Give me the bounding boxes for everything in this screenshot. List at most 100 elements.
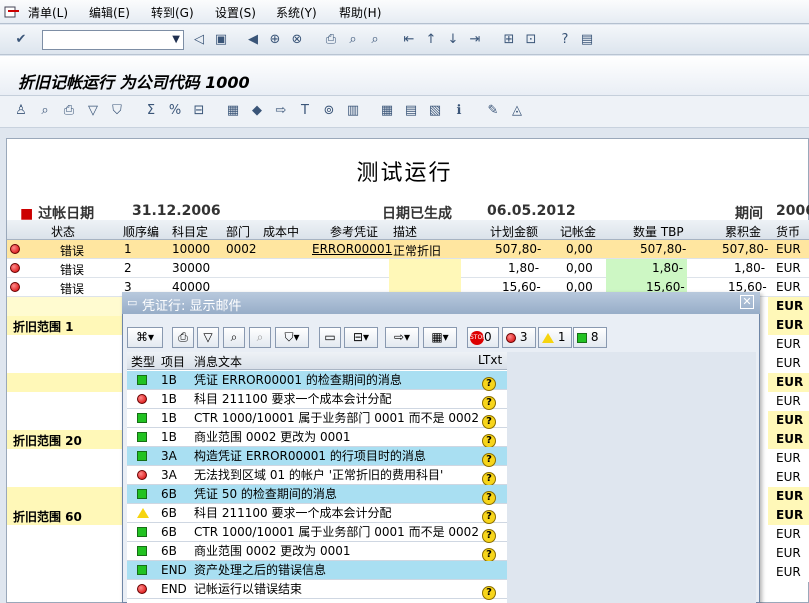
- local-file-icon[interactable]: ▥: [344, 102, 362, 120]
- column-account[interactable]: 科目定: [172, 223, 208, 240]
- planned-cell: 507,80-: [495, 242, 542, 256]
- chevron-down-icon[interactable]: ▼: [172, 34, 180, 45]
- sum-icon[interactable]: Σ: [142, 102, 160, 120]
- column-item[interactable]: 项目: [161, 353, 185, 370]
- print-list-icon[interactable]: ⊟: [190, 102, 208, 120]
- graphic-icon[interactable]: ◆: [248, 102, 266, 120]
- sort-ascending-icon[interactable]: ▽: [84, 102, 102, 120]
- ok-count-button[interactable]: 8: [573, 327, 607, 348]
- message-grid-empty-area: [507, 352, 756, 603]
- last-page-icon[interactable]: ⇥: [466, 31, 484, 49]
- message-icon[interactable]: ◬: [508, 102, 526, 120]
- print-preview-icon[interactable]: ⎙: [60, 102, 78, 120]
- long-text-help-icon[interactable]: ?: [482, 582, 496, 600]
- long-text-help-icon[interactable]: ?: [482, 506, 496, 524]
- column-quantity[interactable]: 数量 TBP: [633, 223, 684, 240]
- question-mark-icon: ?: [482, 510, 496, 524]
- menu-settings[interactable]: 设置(S): [215, 4, 256, 21]
- filter-button[interactable]: ⛉▾: [275, 327, 309, 348]
- shortcut-icon[interactable]: ⊡: [522, 31, 540, 49]
- back-icon[interactable]: ◀: [244, 31, 262, 49]
- column-planned-amount[interactable]: 计划金额: [490, 223, 538, 240]
- previous-page-icon[interactable]: ↑: [422, 31, 440, 49]
- views-button[interactable]: ⊟▾: [344, 327, 378, 348]
- ok-icon: [577, 332, 587, 343]
- sap-menu-icon[interactable]: [4, 5, 20, 19]
- find-button[interactable]: ⌕: [223, 327, 245, 348]
- column-posted-amount[interactable]: 记帐金: [560, 223, 596, 240]
- long-text-help-icon[interactable]: ?: [482, 468, 496, 486]
- word-processing-icon[interactable]: T: [296, 102, 314, 120]
- column-description[interactable]: 描述: [393, 223, 417, 240]
- layout-menu-icon[interactable]: ▤: [578, 31, 596, 49]
- menu-list[interactable]: 清单(L): [28, 4, 68, 21]
- details-icon[interactable]: ♙: [12, 102, 30, 120]
- menu-goto[interactable]: 转到(G): [151, 4, 194, 21]
- warning-count-button[interactable]: 1: [538, 327, 572, 348]
- long-text-help-icon[interactable]: ?: [482, 487, 496, 505]
- column-cost-center[interactable]: 成本中: [263, 223, 299, 240]
- calculator-icon[interactable]: ▦: [224, 102, 242, 120]
- close-icon[interactable]: ✕: [740, 295, 754, 309]
- error-icon: [137, 581, 147, 599]
- column-type[interactable]: 类型: [131, 353, 155, 370]
- long-text-help-icon[interactable]: ?: [482, 411, 496, 429]
- subtotal-icon[interactable]: %: [166, 102, 184, 120]
- print-icon[interactable]: ⎙: [322, 31, 340, 49]
- error-count-button[interactable]: 3: [502, 327, 536, 348]
- message-item: 1B: [161, 411, 177, 425]
- long-text-help-icon[interactable]: ?: [482, 392, 496, 410]
- layout-button[interactable]: ▦▾: [423, 327, 457, 348]
- export-icon[interactable]: ⇨: [272, 102, 290, 120]
- find-next-button[interactable]: ⌕: [249, 327, 271, 348]
- change-layout-icon[interactable]: ▦: [378, 102, 396, 120]
- exit-icon[interactable]: ⊕: [266, 31, 284, 49]
- long-text-help-icon[interactable]: ?: [482, 373, 496, 391]
- long-text-help-icon[interactable]: ?: [482, 544, 496, 562]
- message-type-shape: [137, 489, 147, 499]
- column-reference[interactable]: 参考凭证: [330, 223, 378, 240]
- first-page-icon[interactable]: ⇤: [400, 31, 418, 49]
- select-detail-icon[interactable]: ⌕: [36, 102, 54, 120]
- help-icon[interactable]: ?: [556, 31, 574, 49]
- column-currency[interactable]: 货币: [776, 223, 800, 240]
- column-message-text[interactable]: 消息文本: [194, 353, 242, 370]
- select-layout-icon[interactable]: ▤: [402, 102, 420, 120]
- summary-row: [7, 335, 125, 354]
- print-preview-button[interactable]: ▭: [319, 327, 341, 348]
- summary-row: [7, 525, 125, 544]
- column-long-text[interactable]: LTxt: [478, 353, 502, 367]
- cancel-icon[interactable]: ⊗: [288, 31, 306, 49]
- column-status[interactable]: 状态: [51, 223, 75, 240]
- menu-help[interactable]: 帮助(H): [339, 4, 381, 21]
- message-item: 6B: [161, 544, 177, 558]
- print-button[interactable]: ⎙: [172, 327, 194, 348]
- reference-link[interactable]: ERROR00001: [312, 242, 392, 256]
- enter-icon[interactable]: ✔: [12, 31, 30, 49]
- export-button[interactable]: ⇨▾: [385, 327, 419, 348]
- technical-info-button[interactable]: ⌘▾: [127, 327, 163, 348]
- column-department[interactable]: 部门: [226, 223, 250, 240]
- sort-button[interactable]: ▽: [197, 327, 219, 348]
- info-icon[interactable]: ℹ: [450, 102, 468, 120]
- save-layout-icon[interactable]: ▧: [426, 102, 444, 120]
- stop-count-button[interactable]: STOP0: [467, 327, 499, 348]
- menu-system[interactable]: 系统(Y): [276, 4, 317, 21]
- edit-icon[interactable]: ✎: [484, 102, 502, 120]
- next-page-icon[interactable]: ↓: [444, 31, 462, 49]
- abc-analysis-icon[interactable]: ⊚: [320, 102, 338, 120]
- column-accumulated[interactable]: 累积金: [725, 223, 761, 240]
- find-next-icon[interactable]: ⌕: [366, 31, 384, 49]
- find-icon[interactable]: ⌕: [344, 31, 362, 49]
- menu-edit[interactable]: 编辑(E): [89, 4, 130, 21]
- dialog-title-bar[interactable]: ▭ 凭证行: 显示邮件 ✕: [122, 292, 760, 314]
- long-text-help-icon[interactable]: ?: [482, 430, 496, 448]
- long-text-help-icon[interactable]: ?: [482, 525, 496, 543]
- filter-icon[interactable]: ⛉: [108, 102, 126, 120]
- long-text-help-icon[interactable]: ?: [482, 449, 496, 467]
- save-icon[interactable]: ▣: [212, 31, 230, 49]
- command-field[interactable]: ▼: [42, 30, 184, 50]
- column-sequence[interactable]: 顺序编: [123, 223, 159, 240]
- new-session-icon[interactable]: ⊞: [500, 31, 518, 49]
- back-triangle-icon[interactable]: ◁: [190, 31, 208, 49]
